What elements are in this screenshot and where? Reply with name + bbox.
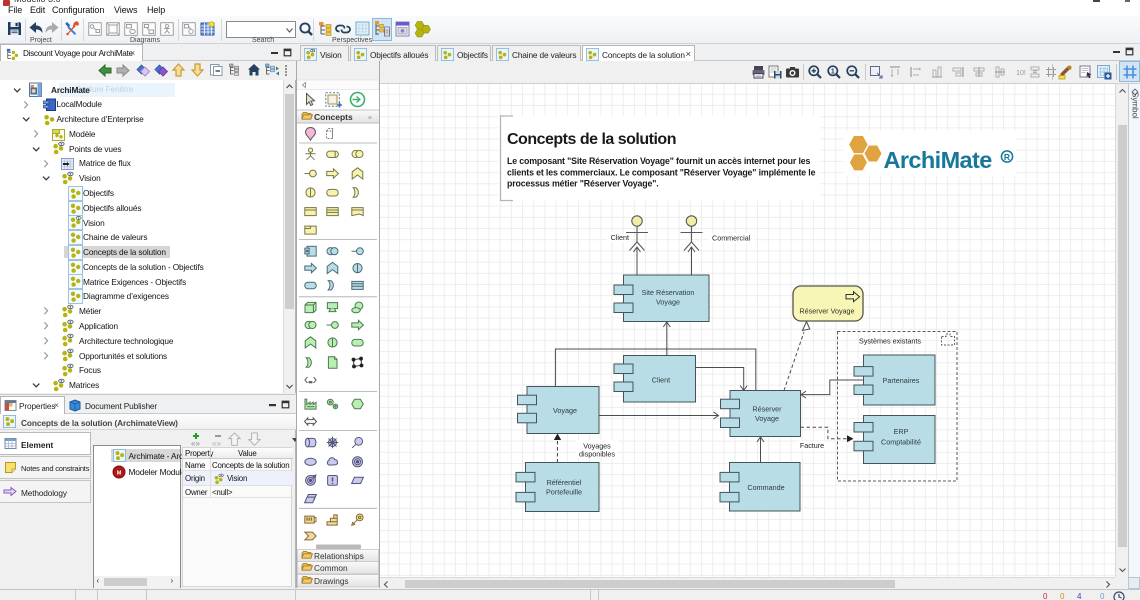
svg-text:Relationships: Relationships bbox=[314, 551, 364, 561]
svg-text:Voyage: Voyage bbox=[553, 406, 577, 415]
svg-text:Client: Client bbox=[652, 375, 670, 384]
svg-text:R: R bbox=[1004, 152, 1010, 162]
svg-text:M: M bbox=[116, 471, 121, 477]
svg-text:Concepts: Concepts bbox=[314, 112, 353, 122]
svg-text:Systèmes existants: Systèmes existants bbox=[859, 337, 921, 346]
svg-text:Voyage: Voyage bbox=[755, 414, 779, 423]
svg-text:Réserver: Réserver bbox=[752, 405, 782, 414]
svg-text:Le composant "Site Réservation: Le composant "Site Réservation Voyage" f… bbox=[507, 156, 810, 166]
svg-text:10!: 10! bbox=[1016, 70, 1026, 77]
svg-text:Comptabilité: Comptabilité bbox=[881, 438, 921, 447]
svg-text:Site Réservation: Site Réservation bbox=[642, 288, 695, 297]
svg-text:Drawings: Drawings bbox=[314, 576, 349, 586]
svg-text:Commande: Commande bbox=[747, 483, 784, 492]
svg-text:disponibles: disponibles bbox=[579, 450, 615, 459]
svg-text:Commercial: Commercial bbox=[712, 234, 751, 243]
svg-text:Concepts de la solution: Concepts de la solution bbox=[507, 131, 676, 148]
svg-text:1: 1 bbox=[831, 68, 835, 75]
svg-text:Référentiel: Référentiel bbox=[547, 478, 582, 487]
svg-text:Réserver Voyage: Réserver Voyage bbox=[799, 307, 854, 316]
svg-text:Client: Client bbox=[611, 233, 629, 242]
svg-text:Portefeuille: Portefeuille bbox=[546, 488, 582, 497]
svg-text:[0]: [0] bbox=[384, 30, 390, 36]
svg-text:Facture: Facture bbox=[800, 441, 824, 450]
svg-text:processus métier "Réserver Voy: processus métier "Réserver Voyage". bbox=[507, 179, 659, 189]
svg-text:Partenaires: Partenaires bbox=[883, 376, 920, 385]
svg-text:Common: Common bbox=[314, 563, 348, 573]
svg-text:«: « bbox=[368, 115, 372, 122]
svg-text:clients et les commerciaux. Le: clients et les commerciaux. Le composant… bbox=[507, 167, 816, 177]
svg-text:Voyage: Voyage bbox=[656, 298, 680, 307]
svg-text:ERP: ERP bbox=[894, 427, 909, 436]
svg-text:ArchiMate: ArchiMate bbox=[884, 147, 993, 173]
